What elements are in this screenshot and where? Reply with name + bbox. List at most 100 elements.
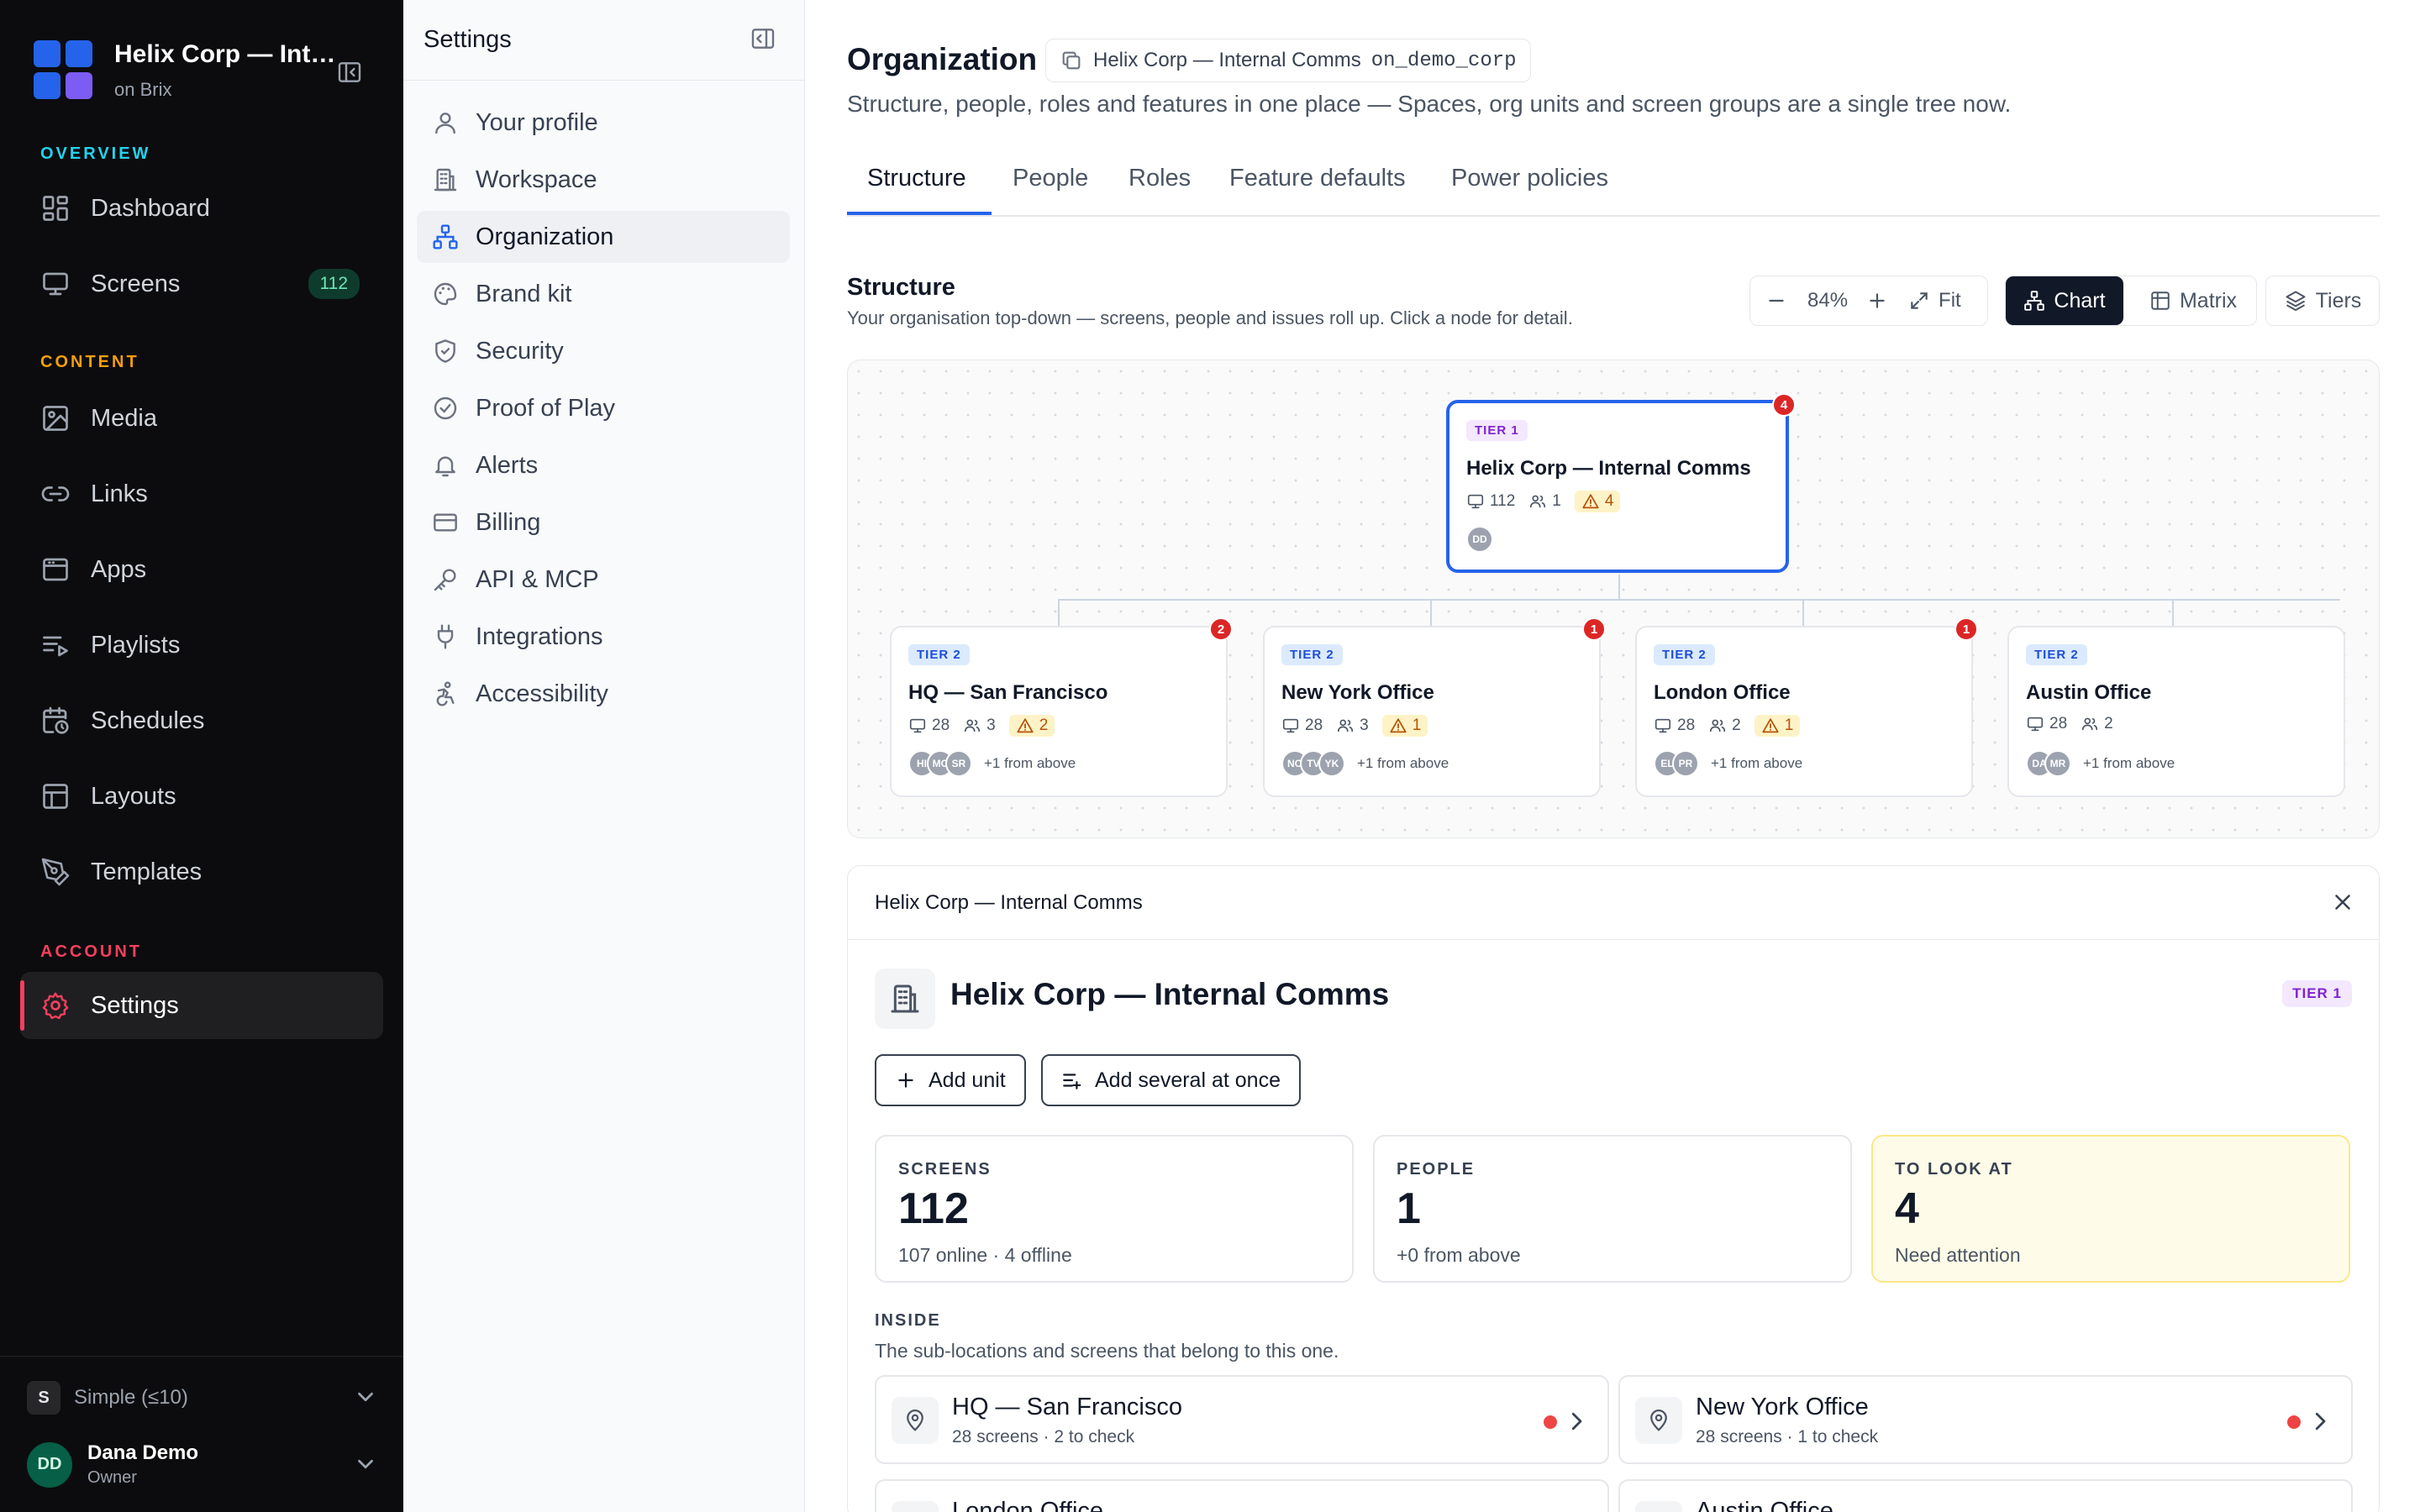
collapse-panel-icon[interactable] [750, 25, 776, 52]
settings-item-accessibility[interactable]: Accessibility [417, 668, 790, 720]
settings-item-brand-kit[interactable]: Brand kit [417, 268, 790, 320]
settings-item-label: Brand kit [476, 280, 572, 307]
people-count: 2 [2104, 715, 2113, 732]
gear-icon [42, 992, 69, 1020]
org-node-london[interactable]: TIER 2 London Office 28 2 1 EL PR +1 fro… [1635, 617, 1978, 797]
settings-item-label: Your profile [476, 108, 598, 136]
avatar: YK [1318, 750, 1345, 777]
settings-item-proof-of-play[interactable]: Proof of Play [417, 382, 790, 434]
issue-count: 1 [1784, 717, 1794, 734]
page-title: Organization [847, 42, 1038, 76]
add-several-button[interactable]: Add several at once [1041, 1054, 1301, 1106]
settings-item-security[interactable]: Security [417, 325, 790, 377]
tree-connector [1058, 599, 1060, 626]
org-node-hq-san-francisco[interactable]: TIER 2 HQ — San Francisco 28 3 2 HI MC S… [890, 617, 1233, 797]
tab-structure[interactable]: Structure [867, 165, 966, 192]
nav-item-settings[interactable]: Settings [20, 972, 383, 1039]
issue-count: 4 [1604, 492, 1614, 510]
list-item-meta: 28 screens · 2 to check [952, 1427, 1135, 1446]
settings-item-billing[interactable]: Billing [417, 496, 790, 549]
expand-icon[interactable] [1908, 290, 1930, 312]
monitor-icon [2026, 715, 2044, 733]
tiers-button[interactable]: Tiers [2265, 276, 2380, 326]
tab-roles[interactable]: Roles [1128, 165, 1191, 192]
org-id-chip[interactable]: Helix Corp — Internal Comms on_demo_corp [1045, 39, 1531, 82]
monitor-icon [1466, 492, 1485, 511]
node-name: HQ — San Francisco [908, 681, 1108, 704]
users-icon [2081, 715, 2099, 733]
org-node-root[interactable]: TIER 1 Helix Corp — Internal Comms 112 1… [1446, 393, 1796, 573]
chevron-down-icon[interactable] [353, 1384, 378, 1410]
copy-icon [1062, 51, 1081, 70]
nav-item-layouts[interactable]: Layouts [20, 763, 383, 830]
nav-item-playlists[interactable]: Playlists [20, 612, 383, 679]
tab-feature-defaults[interactable]: Feature defaults [1229, 165, 1406, 192]
settings-item-alerts[interactable]: Alerts [417, 439, 790, 491]
list-item[interactable]: Austin Office [1618, 1479, 2353, 1512]
nav-item-apps[interactable]: Apps [20, 536, 383, 603]
people-count: 2 [1732, 717, 1741, 734]
bell-icon [435, 456, 455, 477]
settings-item-label: Integrations [476, 622, 603, 650]
nav-item-dashboard[interactable]: Dashboard [20, 175, 383, 242]
list-item[interactable]: New York Office 28 screens · 1 to check [1618, 1375, 2353, 1464]
zoom-in-icon[interactable] [1866, 290, 1888, 312]
node-name: Austin Office [2026, 681, 2152, 704]
user-menu[interactable]: DD Dana Demo Owner [27, 1441, 198, 1488]
warning-icon [1581, 492, 1600, 511]
tab-power-policies[interactable]: Power policies [1451, 165, 1608, 192]
org-chart-canvas[interactable]: TIER 1 Helix Corp — Internal Comms 112 1… [847, 360, 2380, 838]
people-count: 3 [986, 717, 996, 734]
settings-item-organization[interactable]: Organization [417, 211, 790, 263]
inherited-members: +1 from above [1357, 755, 1449, 771]
tab-people[interactable]: People [1013, 165, 1088, 192]
inside-label: INSIDE [875, 1311, 941, 1330]
node-stats: 28 2 1 [1654, 715, 1801, 737]
org-node-austin[interactable]: TIER 2 Austin Office 28 2 DA MR +1 from … [2007, 626, 2345, 797]
settings-item-integrations[interactable]: Integrations [417, 611, 790, 663]
plus-icon [898, 1073, 913, 1088]
map-pin-icon [892, 1397, 939, 1444]
screen-count: 28 [1677, 717, 1696, 734]
list-item[interactable]: London Office [875, 1479, 1609, 1512]
zoom-out-icon[interactable] [1765, 290, 1787, 312]
add-unit-label: Add unit [929, 1068, 1006, 1092]
nav-item-schedules[interactable]: Schedules [20, 687, 383, 754]
issue-badge: 4 [1772, 393, 1796, 417]
nav-item-media[interactable]: Media [20, 385, 383, 452]
member-avatars: NO TV YK +1 from above [1281, 750, 1449, 777]
fit-button[interactable]: Fit [1939, 289, 1961, 312]
nav-item-links[interactable]: Links [20, 460, 383, 528]
nav-item-templates[interactable]: Templates [20, 838, 383, 906]
tiers-label: Tiers [2315, 288, 2362, 312]
workspace-switcher[interactable]: Helix Corp — Internal Comms on Brix [34, 40, 341, 100]
collapse-sidebar-icon[interactable] [336, 59, 363, 86]
chevron-down-icon[interactable] [353, 1452, 378, 1477]
matrix-view-button[interactable]: Matrix [2130, 276, 2256, 325]
settings-title: Settings [403, 0, 804, 81]
plan-selector[interactable]: S Simple (≤10) [27, 1381, 188, 1415]
settings-sidebar: Settings Your profile Workspace Organiza… [403, 0, 805, 1512]
add-unit-button[interactable]: Add unit [875, 1054, 1026, 1106]
chart-view-label: Chart [2054, 288, 2106, 312]
node-stats: 112 1 4 [1466, 491, 1621, 512]
settings-item-workspace[interactable]: Workspace [417, 154, 790, 206]
settings-item-label: Alerts [476, 451, 539, 479]
org-node-new-york[interactable]: TIER 2 New York Office 28 3 1 NO TV YK +… [1263, 617, 1606, 797]
section-subtitle: Your organisation top-down — screens, pe… [847, 307, 1573, 328]
stat-people: PEOPLE 1 +0 from above [1373, 1135, 1852, 1283]
nav-item-screens[interactable]: Screens 112 [20, 250, 383, 318]
view-toggle: Chart Matrix [2005, 276, 2257, 326]
chart-view-button[interactable]: Chart [2006, 276, 2123, 325]
close-icon[interactable] [2330, 890, 2355, 915]
settings-item-profile[interactable]: Your profile [417, 97, 790, 149]
nav-label: Apps [91, 555, 147, 583]
settings-item-label: Billing [476, 508, 541, 536]
list-item[interactable]: HQ — San Francisco 28 screens · 2 to che… [875, 1375, 1609, 1464]
screen-count: 112 [1490, 492, 1516, 510]
tree-connector [2172, 599, 2174, 626]
add-several-label: Add several at once [1095, 1068, 1281, 1092]
settings-item-api[interactable]: API & MCP [417, 554, 790, 606]
tier-badge: TIER 2 [2026, 644, 2087, 665]
monitor-icon [908, 717, 927, 735]
